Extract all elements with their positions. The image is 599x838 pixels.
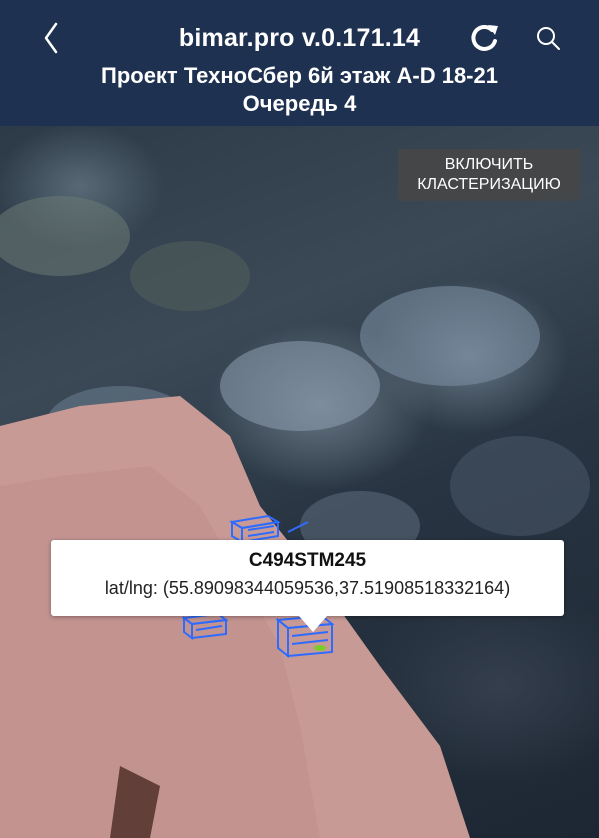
- search-icon: [537, 27, 560, 50]
- map-view[interactable]: ВКЛЮЧИТЬ КЛАСТЕРИЗАЦИЮ C494STM245 lat/ln…: [0, 126, 599, 838]
- search-button[interactable]: [526, 16, 572, 62]
- queue-label: Очередь 4: [242, 91, 357, 116]
- marker-popup: C494STM245 lat/lng: (55.89098344059536,3…: [51, 540, 564, 632]
- cluster-button-line1: ВКЛЮЧИТЬ: [444, 156, 534, 173]
- enable-clustering-button[interactable]: ВКЛЮЧИТЬ КЛАСТЕРИЗАЦИЮ: [398, 149, 580, 201]
- popup-coordinates: lat/lng: (55.89098344059536,37.519085183…: [104, 578, 511, 598]
- project-subtitle: Проект ТехноСбер 6й этаж A-D 18-21 Очере…: [0, 62, 599, 118]
- popup-title: C494STM245: [248, 550, 367, 571]
- cluster-button-line2: КЛАСТЕРИЗАЦИЮ: [417, 176, 561, 193]
- app-header: bimar.pro v.0.171.14 Проект ТехноСбер 6й…: [0, 0, 599, 126]
- refresh-icon: [471, 24, 498, 51]
- refresh-button[interactable]: [462, 16, 508, 62]
- satellite-imagery: [0, 196, 590, 838]
- app-title: bimar.pro v.0.171.14: [178, 24, 421, 52]
- project-name: Проект ТехноСбер 6й этаж A-D 18-21: [101, 63, 498, 88]
